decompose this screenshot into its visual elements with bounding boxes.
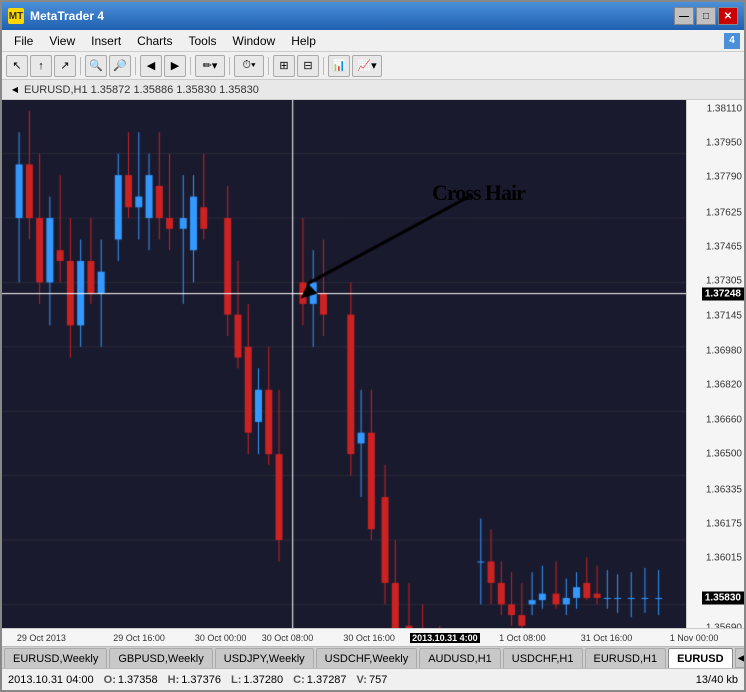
toolbar-sep-5 — [268, 57, 269, 75]
chart-nav-left[interactable]: ◀ — [8, 83, 22, 97]
tab-scroll-left[interactable]: ◀ — [735, 648, 744, 668]
price-label: 1.38110 — [707, 103, 742, 114]
price-label: 1.37950 — [706, 137, 742, 148]
toolbar-sep-3 — [190, 57, 191, 75]
main-window: MT MetaTrader 4 — □ ✕ File View Insert C… — [0, 0, 746, 692]
price-label: 1.37305 — [706, 276, 742, 287]
price-label: 1.36500 — [706, 449, 742, 460]
time-label: 31 Oct 16:00 — [581, 633, 633, 643]
time-axis: 29 Oct 2013 29 Oct 16:00 30 Oct 00:00 30 Oc… — [2, 628, 744, 646]
status-volume: V: 757 — [357, 674, 388, 686]
price-axis: 1.38110 1.37950 1.37790 1.37625 1.37465 1.373… — [686, 100, 744, 628]
toolbar-sep-2 — [135, 57, 136, 75]
price-label: 1.36980 — [706, 346, 742, 357]
toolbar-btn-chart[interactable]: 📊 — [328, 55, 350, 77]
time-label: 29 Oct 2013 — [17, 633, 66, 643]
minimize-button[interactable]: — — [674, 7, 694, 25]
toolbar-sep-6 — [323, 57, 324, 75]
menu-charts[interactable]: Charts — [129, 32, 180, 50]
price-label: 1.36175 — [706, 518, 742, 529]
chart-area: ◀ EURUSD,H1 1.35872 1.35886 1.35830 1.35… — [2, 80, 744, 646]
close-button[interactable]: ✕ — [718, 7, 738, 25]
status-size: 13/40 kb — [696, 674, 738, 686]
menu-insert[interactable]: Insert — [83, 32, 129, 50]
time-label: 30 Oct 08:00 — [262, 633, 314, 643]
toolbar-sep-4 — [229, 57, 230, 75]
status-datetime: 2013.10.31 04:00 — [8, 674, 94, 686]
chart-header: ◀ EURUSD,H1 1.35872 1.35886 1.35830 1.35… — [2, 80, 744, 100]
tab-usdchf-h1[interactable]: USDCHF,H1 — [503, 648, 583, 668]
time-label: 29 Oct 16:00 — [113, 633, 165, 643]
toolbar-sep-1 — [80, 57, 81, 75]
price-label: 1.36660 — [706, 414, 742, 425]
chart-symbol-info: EURUSD,H1 1.35872 1.35886 1.35830 1.3583… — [24, 84, 259, 96]
time-label: 1 Oct 08:00 — [499, 633, 546, 643]
crosshair-price-label: 1.37248 — [702, 287, 744, 300]
chart-main[interactable]: Cross Hair — [2, 100, 686, 628]
tabs-bar: EURUSD,Weekly GBPUSD,Weekly USDJPY,Weekl… — [2, 646, 744, 668]
status-close: C: 1.37287 — [293, 674, 346, 686]
time-label: 30 Oct 00:00 — [195, 633, 247, 643]
maximize-button[interactable]: □ — [696, 7, 716, 25]
toolbar-btn-up[interactable]: ↑ — [30, 55, 52, 77]
menu-help[interactable]: Help — [283, 32, 324, 50]
price-label: 1.37465 — [706, 242, 742, 253]
chart-canvas[interactable] — [2, 100, 686, 628]
tab-audusd-h1[interactable]: AUDUSD,H1 — [419, 648, 501, 668]
toolbar-btn-draw[interactable]: ✏▾ — [195, 55, 225, 77]
status-bar: 2013.10.31 04:00 O: 1.37358 H: 1.37376 L… — [2, 668, 744, 690]
toolbar-btn-chart2[interactable]: 📈▾ — [352, 55, 382, 77]
price-label: 1.37145 — [706, 310, 742, 321]
menu-view[interactable]: View — [41, 32, 83, 50]
toolbar-btn-back[interactable]: ◀ — [140, 55, 162, 77]
toolbar-btn-time[interactable]: ⏱▾ — [234, 55, 264, 77]
menu-tools[interactable]: Tools — [181, 32, 225, 50]
tab-eurusd-h1[interactable]: EURUSD,H1 — [585, 648, 667, 668]
tab-gbpusd-weekly[interactable]: GBPUSD,Weekly — [109, 648, 212, 668]
status-high: H: 1.37376 — [168, 674, 221, 686]
price-label: 1.36820 — [706, 380, 742, 391]
toolbar: ↖ ↑ ↗ 🔍 🔎 ◀ ▶ ✏▾ ⏱▾ ⊞ ⊟ 📊 📈▾ — [2, 52, 744, 80]
current-price-label: 1.35830 — [702, 591, 744, 604]
time-label: 30 Oct 16:00 — [343, 633, 395, 643]
tab-usdjpy-weekly[interactable]: USDJPY,Weekly — [215, 648, 314, 668]
menu-file[interactable]: File — [6, 32, 41, 50]
time-label: 1 Nov 00:00 — [670, 633, 719, 643]
title-bar-title: MetaTrader 4 — [30, 9, 674, 23]
app-icon: MT — [8, 8, 24, 24]
chart-canvas-wrapper: Cross Hair 1.381101.379501.377901.376251… — [2, 100, 744, 628]
toolbar-btn-fwd[interactable]: ▶ — [164, 55, 186, 77]
tab-eurusd[interactable]: EURUSD — [668, 648, 732, 668]
tab-usdchf-weekly[interactable]: USDCHF,Weekly — [316, 648, 418, 668]
price-label: 1.36015 — [706, 553, 742, 564]
time-label: 2013.10.31 4:00 — [410, 633, 480, 643]
menu-bar: File View Insert Charts Tools Window Hel… — [2, 30, 744, 52]
price-label: 1.37790 — [706, 172, 742, 183]
price-label: 1.36335 — [706, 484, 742, 495]
toolbar-badge: 4 — [724, 33, 740, 49]
toolbar-btn-zoomin[interactable]: 🔍 — [85, 55, 107, 77]
toolbar-btn-arrow[interactable]: ↖ — [6, 55, 28, 77]
status-open: O: 1.37358 — [104, 674, 158, 686]
title-bar-controls: — □ ✕ — [674, 7, 738, 25]
menu-window[interactable]: Window — [225, 32, 284, 50]
title-bar: MT MetaTrader 4 — □ ✕ — [2, 2, 744, 30]
toolbar-btn-cursor[interactable]: ↗ — [54, 55, 76, 77]
price-label: 1.37625 — [706, 207, 742, 218]
tab-eurusd-weekly[interactable]: EURUSD,Weekly — [4, 648, 107, 668]
toolbar-btn-templates[interactable]: ⊟ — [297, 55, 319, 77]
toolbar-btn-grid[interactable]: ⊞ — [273, 55, 295, 77]
status-low: L: 1.37280 — [231, 674, 283, 686]
toolbar-btn-zoomout[interactable]: 🔎 — [109, 55, 131, 77]
